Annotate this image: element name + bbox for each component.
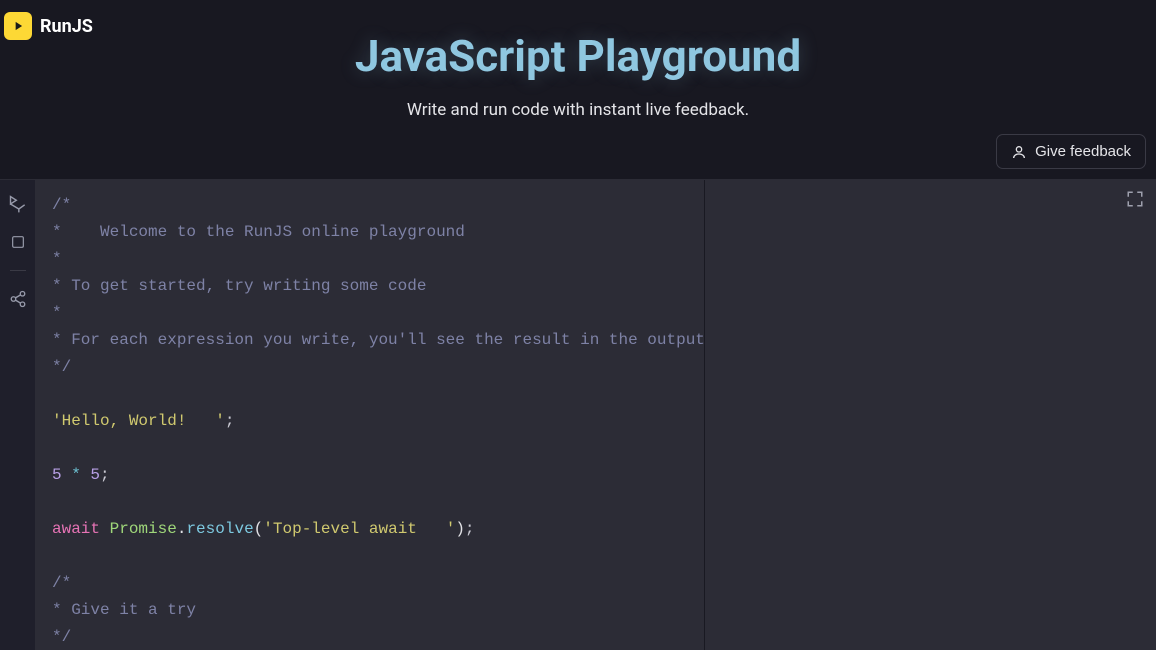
code-semi: ; bbox=[225, 412, 235, 430]
code-comment: */ bbox=[52, 628, 71, 646]
page-subtitle: Write and run code with instant live fee… bbox=[0, 100, 1156, 120]
code-paren: ( bbox=[254, 520, 264, 538]
code-comment: /* bbox=[52, 574, 71, 592]
code-comment: * To get started, try writing some code bbox=[52, 277, 426, 295]
code-semi: ; bbox=[100, 466, 110, 484]
code-comment: * bbox=[52, 304, 62, 322]
code-string: 'Top-level await ' bbox=[263, 520, 455, 538]
share-icon[interactable] bbox=[8, 289, 28, 309]
code-operator: * bbox=[62, 466, 91, 484]
person-icon bbox=[1011, 144, 1027, 160]
editor-toolbar bbox=[0, 180, 36, 650]
give-feedback-button[interactable]: Give feedback bbox=[996, 134, 1146, 169]
code-comment: * For each expression you write, you'll … bbox=[52, 331, 705, 349]
run-icon[interactable] bbox=[8, 194, 28, 214]
stop-icon[interactable] bbox=[8, 232, 28, 252]
hero: JavaScript Playground Write and run code… bbox=[0, 40, 1156, 120]
code-builtin: Promise bbox=[110, 520, 177, 538]
code-string: 'Hello, World! ' bbox=[52, 412, 225, 430]
code-comment: * bbox=[52, 250, 62, 268]
toolbar-divider bbox=[10, 270, 26, 271]
code-comment: * Welcome to the RunJS online playground bbox=[52, 223, 465, 241]
code-editor[interactable]: /* * Welcome to the RunJS online playgro… bbox=[36, 180, 705, 650]
page-title: JavaScript Playground bbox=[0, 30, 1156, 82]
code-number: 5 bbox=[90, 466, 100, 484]
output-panel bbox=[705, 180, 1156, 650]
code-dot: . bbox=[177, 520, 187, 538]
code-comment: */ bbox=[52, 358, 71, 376]
code-keyword: await bbox=[52, 520, 100, 538]
workspace: /* * Welcome to the RunJS online playgro… bbox=[0, 179, 1156, 650]
code-comment: * Give it a try bbox=[52, 601, 196, 619]
code-paren: ) bbox=[455, 520, 465, 538]
code-comment: /* bbox=[52, 196, 71, 214]
give-feedback-label: Give feedback bbox=[1035, 143, 1131, 160]
code-number: 5 bbox=[52, 466, 62, 484]
code-semi: ; bbox=[465, 520, 475, 538]
fullscreen-icon[interactable] bbox=[1126, 190, 1144, 208]
code-method: resolve bbox=[186, 520, 253, 538]
